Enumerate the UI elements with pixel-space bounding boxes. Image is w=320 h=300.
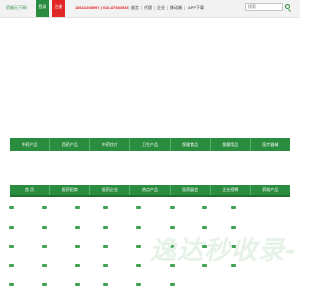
tag-marker[interactable] <box>75 245 80 248</box>
divider <box>167 6 168 10</box>
tag-marker[interactable] <box>231 206 236 209</box>
divider <box>154 6 155 10</box>
tag-marker[interactable] <box>202 206 207 209</box>
tag-marker[interactable] <box>231 226 236 229</box>
watermark: 逸达秒收录-智 <box>150 236 300 266</box>
main-nav: 首 页 医药招商 医药企业 热点产品 医药展会 企业招聘 药助产品 <box>10 185 290 197</box>
tag-marker[interactable] <box>75 283 80 286</box>
divider <box>184 6 185 10</box>
tag-marker[interactable] <box>136 226 141 229</box>
register-button[interactable]: 注册 <box>52 0 65 17</box>
tag-marker[interactable] <box>75 206 80 209</box>
top-bar: 药福天下网! 登录 注册 18616208997 | 010-87983933 … <box>0 0 300 18</box>
tag-marker[interactable] <box>9 245 14 248</box>
link-company[interactable]: 企业 <box>157 5 165 11</box>
category-item[interactable]: 卫生产品 <box>129 138 169 151</box>
tag-marker[interactable] <box>75 226 80 229</box>
tag-marker[interactable] <box>103 264 108 267</box>
divider <box>141 6 142 10</box>
tag-marker[interactable] <box>170 226 175 229</box>
tag-marker[interactable] <box>136 206 141 209</box>
tag-marker[interactable] <box>103 206 108 209</box>
category-item[interactable]: 西药产品 <box>49 138 89 151</box>
tag-marker[interactable] <box>170 283 175 286</box>
nav-item[interactable]: 企业招聘 <box>209 185 250 195</box>
tag-marker[interactable] <box>42 226 47 229</box>
category-bar: 中药产品 西药产品 中药饮片 卫生产品 保健食品 保健用品 医疗器械 <box>10 138 290 151</box>
nav-item[interactable]: 药助产品 <box>249 185 290 195</box>
nav-item[interactable]: 首 页 <box>10 185 49 195</box>
tag-marker[interactable] <box>9 264 14 267</box>
tag-marker[interactable] <box>136 283 141 286</box>
category-item[interactable]: 中药饮片 <box>89 138 129 151</box>
tag-marker[interactable] <box>42 283 47 286</box>
nav-item[interactable]: 医药展会 <box>169 185 210 195</box>
link-message[interactable]: 留言 <box>131 5 139 11</box>
tag-marker[interactable] <box>75 264 80 267</box>
tag-marker[interactable] <box>9 206 14 209</box>
search-input[interactable] <box>245 3 283 11</box>
divider <box>128 6 129 10</box>
tag-marker[interactable] <box>136 245 141 248</box>
tag-marker[interactable] <box>103 245 108 248</box>
category-item[interactable]: 保健用品 <box>209 138 250 151</box>
tag-marker[interactable] <box>9 283 14 286</box>
category-item[interactable]: 保健食品 <box>169 138 210 151</box>
tag-marker[interactable] <box>202 226 207 229</box>
nav-item[interactable]: 医药企业 <box>89 185 129 195</box>
link-agent[interactable]: 代理 <box>144 5 152 11</box>
tag-marker[interactable] <box>103 283 108 286</box>
tag-marker[interactable] <box>9 226 14 229</box>
tag-marker[interactable] <box>170 206 175 209</box>
tag-marker[interactable] <box>42 264 47 267</box>
site-name[interactable]: 药福天下网! <box>6 5 27 11</box>
tag-marker[interactable] <box>136 264 141 267</box>
tag-marker[interactable] <box>42 206 47 209</box>
link-mobile[interactable]: 移动端 <box>170 5 182 11</box>
nav-item[interactable]: 医药招商 <box>49 185 89 195</box>
category-item[interactable]: 医疗器械 <box>249 138 290 151</box>
hotline-text: 18616208997 | 010-87983933 <box>75 5 129 10</box>
tag-marker[interactable] <box>42 245 47 248</box>
category-item[interactable]: 中药产品 <box>10 138 49 151</box>
login-button[interactable]: 登录 <box>36 0 49 17</box>
nav-item[interactable]: 热点产品 <box>129 185 169 195</box>
search-icon[interactable] <box>285 4 290 9</box>
tag-marker[interactable] <box>103 226 108 229</box>
link-app-download[interactable]: APP下载 <box>188 5 204 11</box>
